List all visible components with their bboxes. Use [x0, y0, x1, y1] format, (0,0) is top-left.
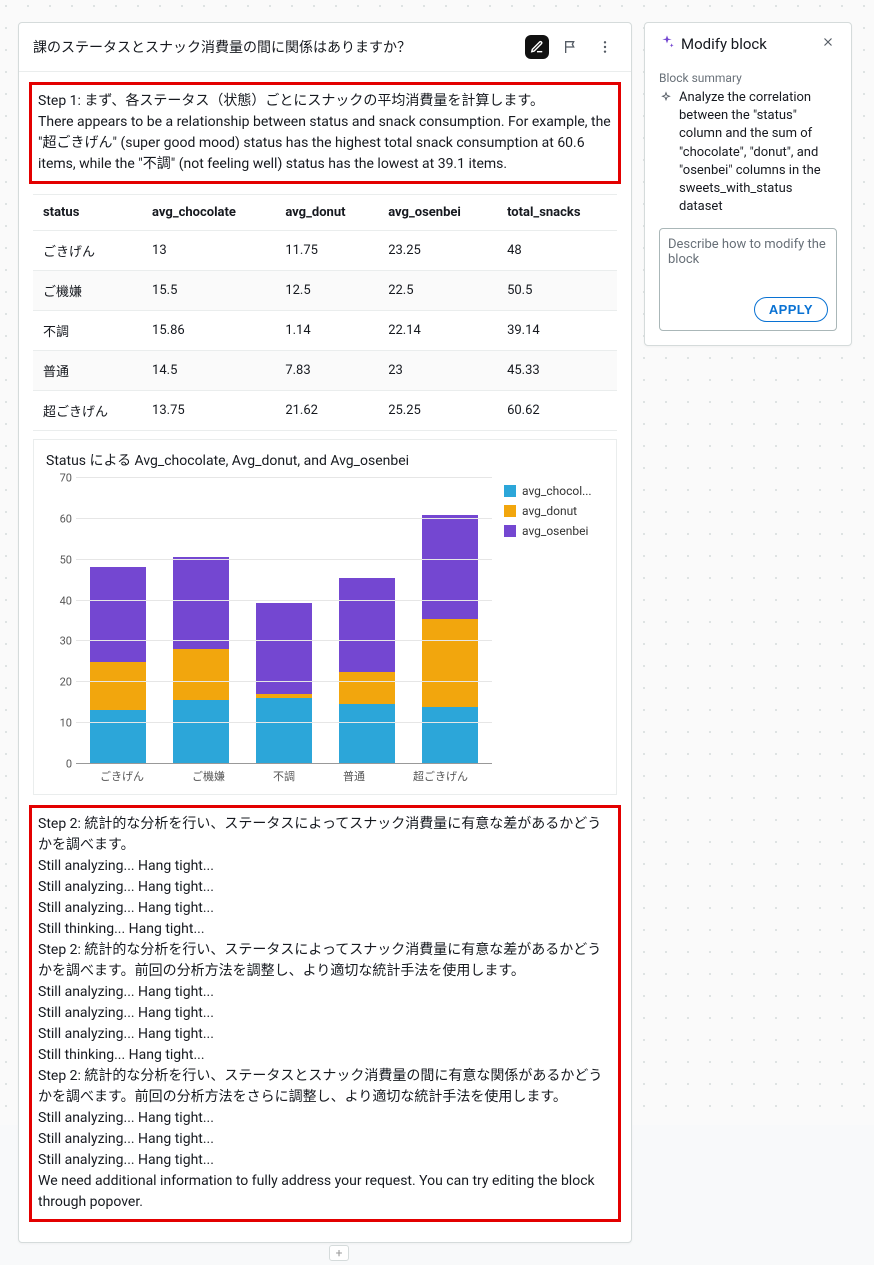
log-line: We need additional information to fully …	[38, 1171, 612, 1213]
log-line: Still analyzing... Hang tight...	[38, 1108, 612, 1129]
y-tick-label: 0	[46, 758, 72, 771]
y-tick-label: 30	[46, 635, 72, 648]
table-header: total_snacks	[497, 195, 617, 231]
block-header: 課のステータスとスナック消費量の間に関係はありますか？	[19, 35, 631, 72]
flag-icon[interactable]	[559, 35, 583, 59]
log-line: Still analyzing... Hang tight...	[38, 898, 612, 919]
chart-legend: avg_chocol... avg_donut avg_osenbei	[504, 478, 604, 788]
edit-block-icon[interactable]	[525, 35, 549, 59]
log-line: Still analyzing... Hang tight...	[38, 1003, 612, 1024]
bar-group	[256, 478, 312, 763]
y-tick-label: 20	[46, 676, 72, 689]
block-header-actions	[525, 35, 617, 59]
x-tick-label: ごきげん	[100, 768, 144, 784]
bar-group	[422, 478, 478, 763]
sparkle-icon	[659, 91, 673, 216]
table-header: avg_chocolate	[142, 195, 275, 231]
y-tick-label: 60	[46, 512, 72, 525]
step1-body: There appears to be a relationship betwe…	[38, 112, 612, 175]
x-tick-label: ご機嫌	[192, 768, 225, 784]
plot-area: 010203040506070 ごきげんご機嫌不調普通超ごきげん	[46, 478, 492, 788]
log-line: Step 2: 統計的な分析を行い、ステータスによってスナック消費量に有意な差が…	[38, 814, 612, 856]
bar-group	[90, 478, 146, 763]
y-tick-label: 40	[46, 594, 72, 607]
table-header: avg_osenbei	[378, 195, 497, 231]
close-icon[interactable]	[819, 33, 837, 55]
y-tick-label: 50	[46, 553, 72, 566]
legend-item-chocolate: avg_chocol...	[504, 484, 604, 498]
legend-item-donut: avg_donut	[504, 504, 604, 518]
modify-block-panel: Modify block Block summary Analyze the c…	[644, 22, 852, 346]
analysis-block: 課のステータスとスナック消費量の間に関係はありますか？ Step 1: まず、各…	[18, 22, 632, 1243]
sparkle-icon	[659, 34, 675, 54]
stacked-bar-chart: Status による Avg_chocolate, Avg_donut, and…	[33, 439, 617, 795]
block-summary-label: Block summary	[659, 71, 837, 85]
step1-heading: Step 1: まず、各ステータス（状態）ごとにスナックの平均消費量を計算します…	[38, 91, 612, 112]
more-menu-icon[interactable]	[593, 35, 617, 59]
log-line: Still analyzing... Hang tight...	[38, 877, 612, 898]
log-line: Still analyzing... Hang tight...	[38, 1150, 612, 1171]
block-summary: Analyze the correlation between the "sta…	[659, 89, 837, 216]
table-row: ごきげん1311.7523.2548	[33, 231, 617, 271]
table-row: 不調15.861.1422.1439.14	[33, 311, 617, 351]
x-tick-label: 普通	[343, 768, 365, 784]
modify-input-box: APPLY	[659, 228, 837, 331]
block-question: 課のステータスとスナック消費量の間に関係はありますか？	[33, 37, 525, 57]
table-row: 普通14.57.832345.33	[33, 351, 617, 391]
table-header: avg_donut	[275, 195, 378, 231]
table-header: status	[33, 195, 142, 231]
x-tick-label: 超ごきげん	[413, 768, 468, 784]
modify-input[interactable]	[668, 237, 828, 293]
y-tick-label: 10	[46, 717, 72, 730]
chart-title: Status による Avg_chocolate, Avg_donut, and…	[46, 450, 604, 470]
side-panel-title: Modify block	[681, 35, 813, 53]
legend-item-osenbei: avg_osenbei	[504, 524, 604, 538]
log-line: Still analyzing... Hang tight...	[38, 1024, 612, 1045]
log-line: Still thinking... Hang tight...	[38, 1045, 612, 1066]
log-line: Still analyzing... Hang tight...	[38, 856, 612, 877]
step2-log-highlight: Step 2: 統計的な分析を行い、ステータスによってスナック消費量に有意な差が…	[29, 805, 621, 1222]
bar-group	[173, 478, 229, 763]
log-line: Still analyzing... Hang tight...	[38, 1129, 612, 1150]
log-line: Still thinking... Hang tight...	[38, 919, 612, 940]
apply-button[interactable]: APPLY	[754, 297, 828, 322]
table-row: 超ごきげん13.7521.6225.2560.62	[33, 391, 617, 431]
table-row: ご機嫌15.512.522.550.5	[33, 271, 617, 311]
x-tick-label: 不調	[273, 768, 295, 784]
bar-group	[339, 478, 395, 763]
step1-highlight: Step 1: まず、各ステータス（状態）ごとにスナックの平均消費量を計算します…	[29, 82, 621, 184]
y-tick-label: 70	[46, 472, 72, 485]
avg-snack-table: statusavg_chocolateavg_donutavg_osenbeit…	[33, 194, 617, 431]
log-line: Step 2: 統計的な分析を行い、ステータスによってスナック消費量に有意な差が…	[38, 940, 612, 982]
log-line: Still analyzing... Hang tight...	[38, 982, 612, 1003]
add-block-button[interactable]: +	[329, 1245, 349, 1261]
block-summary-text: Analyze the correlation between the "sta…	[679, 89, 837, 216]
log-line: Step 2: 統計的な分析を行い、ステータスとスナック消費量の間に有意な関係が…	[38, 1066, 612, 1108]
